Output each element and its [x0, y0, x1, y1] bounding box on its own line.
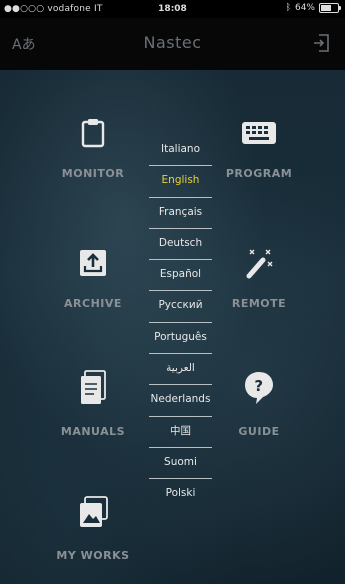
- tile-label: MANUALS: [60, 425, 126, 438]
- language-option-nederlands[interactable]: Nederlands: [143, 384, 218, 415]
- tile-manuals[interactable]: MANUALS: [38, 368, 148, 438]
- tile-label: MONITOR: [61, 167, 125, 180]
- language-option-russian[interactable]: Русский: [143, 290, 218, 321]
- tile-archive[interactable]: ARCHIVE: [38, 246, 148, 310]
- language-option-english[interactable]: English: [143, 165, 218, 196]
- battery-percent: 64%: [294, 3, 315, 13]
- logout-icon[interactable]: [311, 32, 333, 54]
- main-menu: MONITOR PROGRAM ARCHIVE REMOTE MANUALS ?…: [0, 70, 345, 584]
- language-menu: Italiano English Français Deutsch Españo…: [143, 134, 218, 510]
- tile-program[interactable]: PROGRAM: [204, 116, 314, 180]
- language-option-chinese[interactable]: 中国: [143, 415, 218, 447]
- photo-icon: [38, 494, 148, 535]
- tile-label: REMOTE: [231, 297, 287, 310]
- language-option-arabic[interactable]: العربية: [143, 353, 218, 384]
- tile-label: GUIDE: [238, 425, 280, 438]
- navbar: Aあ Nastec: [0, 18, 345, 70]
- remote-wand-icon: [204, 246, 314, 283]
- keyboard-icon: [204, 116, 314, 153]
- archive-upload-icon: [38, 246, 148, 283]
- tile-monitor[interactable]: MONITOR: [38, 116, 148, 180]
- language-option-polski[interactable]: Polski: [143, 478, 218, 509]
- document-icon: [38, 368, 148, 411]
- app-title: Nastec: [143, 33, 202, 52]
- bluetooth-icon: ᛒ: [285, 3, 291, 13]
- tile-guide[interactable]: ? GUIDE: [204, 368, 314, 438]
- language-option-italiano[interactable]: Italiano: [143, 134, 218, 165]
- language-option-portugues[interactable]: Português: [143, 321, 218, 353]
- tile-my-works[interactable]: MY WORKS: [38, 494, 148, 562]
- tile-remote[interactable]: REMOTE: [204, 246, 314, 310]
- svg-text:?: ?: [254, 377, 263, 395]
- tile-label: ARCHIVE: [64, 297, 122, 310]
- tile-label: PROGRAM: [225, 167, 293, 180]
- question-bubble-icon: ?: [204, 368, 314, 411]
- language-option-espanol[interactable]: Español: [143, 259, 218, 290]
- tile-label: MY WORKS: [56, 549, 130, 562]
- language-option-francais[interactable]: Français: [143, 196, 218, 228]
- status-bar: ●●○○○ vodafone IT 18:08 ᛒ 64%: [0, 0, 345, 18]
- language-option-deutsch[interactable]: Deutsch: [143, 227, 218, 259]
- clipboard-icon: [38, 116, 148, 153]
- battery-icon: [319, 3, 341, 13]
- language-option-suomi[interactable]: Suomi: [143, 446, 218, 478]
- status-right: ᛒ 64%: [285, 3, 341, 13]
